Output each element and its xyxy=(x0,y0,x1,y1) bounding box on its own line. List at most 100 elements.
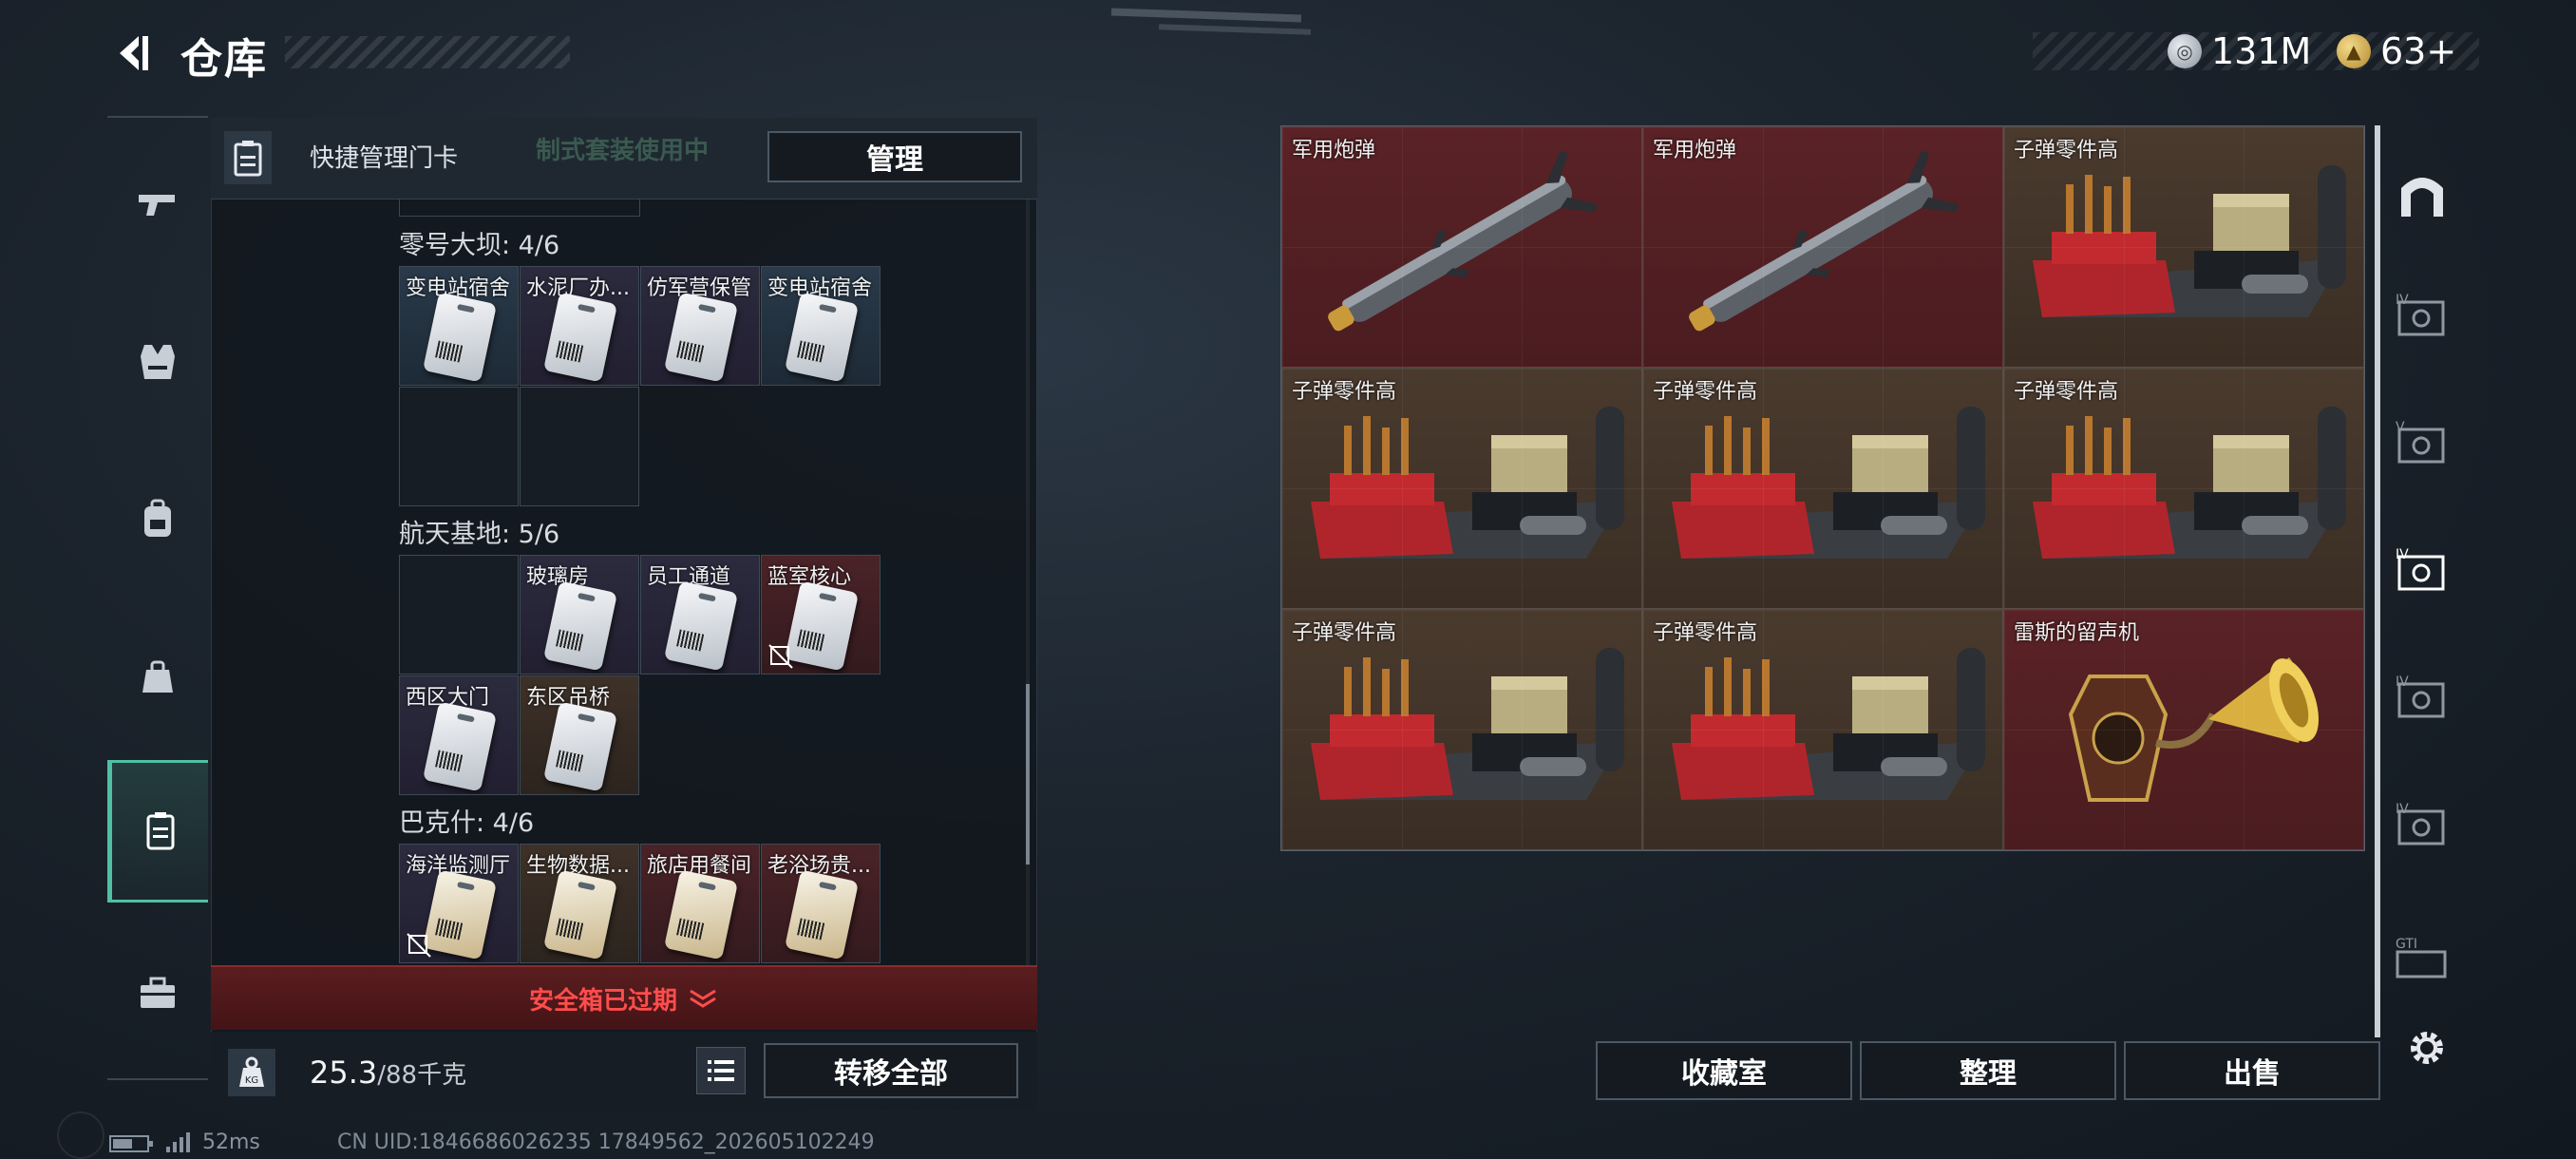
keycard-slot[interactable]: 生物数据... xyxy=(520,844,639,963)
sell-button[interactable]: 出售 xyxy=(2124,1041,2380,1100)
weight-current: 25.3 xyxy=(310,1054,378,1091)
item-label: 子弹零件高 xyxy=(1292,621,1397,645)
keycard-slot[interactable]: 员工通道 xyxy=(640,555,760,674)
keycard-slot[interactable]: 水泥厂办... xyxy=(520,266,639,386)
currency-silver-value: 131M xyxy=(2211,30,2312,72)
currency-gold[interactable]: ▲ 63+ xyxy=(2337,28,2456,74)
right-nav-safe-iv[interactable]: IV xyxy=(2384,279,2460,355)
region-title: 巴克什: 4/6 xyxy=(399,808,535,838)
region-title: 零号大坝: 4/6 xyxy=(399,231,560,260)
keycard-slot[interactable]: 旅店用餐间 xyxy=(640,844,760,963)
keycard-icon xyxy=(146,812,174,850)
right-nav-safe-iv[interactable]: IV xyxy=(2384,661,2460,737)
right-nav-safe-iv-active[interactable]: IV xyxy=(2384,534,2460,610)
right-nav-gti[interactable]: GTI xyxy=(2384,920,2460,996)
safe-iv-icon: IV xyxy=(2396,674,2445,718)
settings-button[interactable] xyxy=(2403,1024,2451,1072)
safe-iv-icon: IV xyxy=(2396,293,2445,336)
arch-icon xyxy=(2401,178,2443,217)
nav-keycards[interactable] xyxy=(107,760,208,902)
right-nav-warehouse[interactable] xyxy=(2384,156,2460,232)
keycard-slot[interactable]: 蓝室核心 xyxy=(761,555,881,674)
slot-row-remnant xyxy=(399,200,640,217)
uid-text: CN UID:1846686026235 17849562_2026051022… xyxy=(337,1130,875,1154)
right-nav-safe-iv[interactable]: IV xyxy=(2384,788,2460,864)
item-label: 子弹零件高 xyxy=(2014,139,2119,162)
grid-item-ammo-parts[interactable]: 子弹零件高 xyxy=(1281,368,1642,609)
keycard-image xyxy=(422,701,498,792)
keycard-slot[interactable]: 变电站宿舍 xyxy=(399,266,519,386)
grid-item-ammo-parts[interactable]: 子弹零件高 xyxy=(1642,368,2003,609)
item-label: 子弹零件高 xyxy=(1653,380,1758,404)
back-button[interactable] xyxy=(104,27,161,80)
grid-item-ammo-parts[interactable]: 子弹零件高 xyxy=(1281,609,1642,850)
transfer-all-button[interactable]: 转移全部 xyxy=(764,1043,1018,1098)
grid-item-ammo-parts[interactable]: 子弹零件高 xyxy=(2003,126,2364,368)
svg-text:KG: KG xyxy=(245,1075,258,1086)
ping-value: 52ms xyxy=(202,1130,260,1154)
list-view-button[interactable] xyxy=(696,1047,746,1094)
backpack-icon xyxy=(144,499,171,537)
safebox-expired-text: 安全箱已过期 xyxy=(528,986,677,1016)
keycard-slot[interactable]: 海洋监测厅 xyxy=(399,844,519,963)
grid-item-military-shell[interactable]: 军用炮弹 xyxy=(1281,126,1642,368)
nav-pouch[interactable] xyxy=(107,606,208,749)
keycard-image xyxy=(422,869,498,960)
status-bar: 52ms xyxy=(109,1130,260,1154)
collection-room-button[interactable]: 收藏室 xyxy=(1596,1041,1852,1100)
no-transfer-icon xyxy=(407,933,431,958)
safe-iv-active-icon: IV xyxy=(2396,547,2445,591)
silver-coin-icon: ◎ xyxy=(2168,34,2202,68)
item-label: 子弹零件高 xyxy=(1292,380,1397,404)
top-decoration xyxy=(1110,8,1302,23)
gun-icon xyxy=(139,195,175,216)
item-label: 子弹零件高 xyxy=(1653,621,1758,645)
keycard-image xyxy=(542,701,618,792)
keycard-image xyxy=(663,292,739,383)
safe-v-icon: V xyxy=(2396,420,2445,464)
keycard-slot[interactable]: 玻璃房 xyxy=(520,555,639,674)
safebox-expired-banner[interactable]: 安全箱已过期 xyxy=(211,965,1037,1030)
battery-icon xyxy=(109,1134,153,1152)
grid-item-military-shell[interactable]: 军用炮弹 xyxy=(1642,126,2003,368)
empty-keycard-slot[interactable] xyxy=(520,387,639,506)
keycard-image xyxy=(542,292,618,383)
svg-text:IV: IV xyxy=(2396,674,2409,690)
svg-text:IV: IV xyxy=(2396,547,2409,562)
right-nav-safe-v[interactable]: V xyxy=(2384,407,2460,483)
svg-text:V: V xyxy=(2396,420,2405,435)
gti-icon: GTI xyxy=(2396,937,2447,978)
keycard-slot[interactable]: 变电站宿舍 xyxy=(761,266,881,386)
toolbox-icon xyxy=(141,977,175,1008)
nav-armor[interactable] xyxy=(107,291,208,433)
manage-button[interactable]: 管理 xyxy=(767,131,1022,182)
empty-keycard-slot[interactable] xyxy=(399,387,519,506)
keycard-image xyxy=(784,292,860,383)
keycard-slot[interactable]: 老浴场贵... xyxy=(761,844,881,963)
currency-gold-value: 63+ xyxy=(2380,30,2457,72)
keycard-slot[interactable]: 西区大门 xyxy=(399,675,519,795)
nav-backpack[interactable] xyxy=(107,448,208,591)
svg-text:IV: IV xyxy=(2396,293,2409,308)
panel-scrollbar-thumb[interactable] xyxy=(1026,684,1030,864)
keycard-slot[interactable]: 仿军营保管 xyxy=(640,266,760,386)
keycard-image xyxy=(542,580,618,672)
weight-icon: KG xyxy=(228,1049,275,1096)
keycard-image xyxy=(663,580,739,672)
grid-item-ammo-parts[interactable]: 子弹零件高 xyxy=(2003,368,2364,609)
page-title: 仓库 xyxy=(180,35,268,84)
empty-keycard-slot[interactable] xyxy=(399,555,519,674)
item-label: 雷斯的留声机 xyxy=(2014,621,2140,645)
nav-toolbox[interactable] xyxy=(107,922,208,1064)
signal-icon xyxy=(166,1131,190,1152)
quick-manage-label: 快捷管理门卡 xyxy=(310,144,459,173)
grid-item-ammo-parts[interactable]: 子弹零件高 xyxy=(1642,609,2003,850)
sort-button[interactable]: 整理 xyxy=(1860,1041,2116,1100)
pouch-icon xyxy=(142,660,173,693)
nav-weapons[interactable] xyxy=(107,133,208,276)
grid-item-gramophone[interactable]: 雷斯的留声机 xyxy=(2003,609,2364,850)
vest-icon xyxy=(141,345,175,379)
gear-icon xyxy=(2411,1032,2443,1064)
keycard-image xyxy=(784,580,860,672)
keycard-slot[interactable]: 东区吊桥 xyxy=(520,675,639,795)
